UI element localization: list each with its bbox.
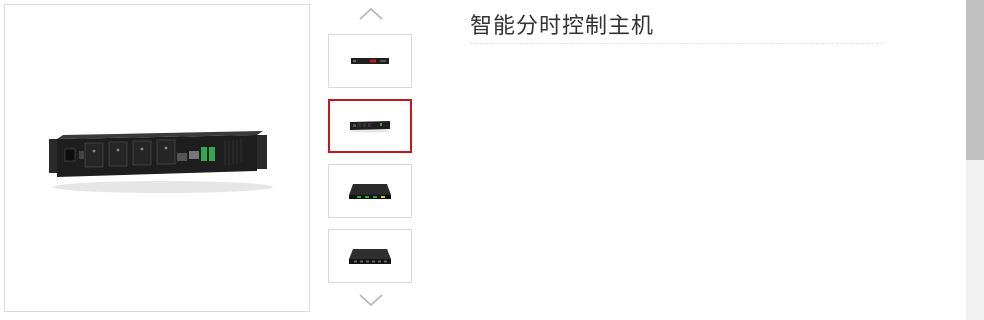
chevron-up-icon <box>359 7 383 20</box>
pdu-main-image <box>49 131 273 193</box>
thumbnail-1[interactable] <box>328 34 412 88</box>
thumbnail-scroll-up-button[interactable] <box>356 4 386 24</box>
main-product-image <box>4 4 310 312</box>
scrollbar-thumb[interactable] <box>966 0 984 160</box>
thumbnail-2[interactable] <box>328 99 412 153</box>
thumbnail-3[interactable] <box>328 164 412 218</box>
rack-unit-side-thumbnail-icon <box>350 121 390 133</box>
rack-unit-top-dark-thumbnail-icon <box>349 249 391 264</box>
title-divider <box>470 43 884 44</box>
product-detail-page: 智能分时控制主机 <box>0 0 984 320</box>
rack-unit-top-green-thumbnail-icon <box>349 184 391 199</box>
thumbnail-scroll-down-button[interactable] <box>356 290 386 310</box>
thumbnail-4[interactable] <box>328 229 412 283</box>
product-title: 智能分时控制主机 <box>470 14 655 39</box>
chevron-down-icon <box>359 294 383 307</box>
rack-unit-front-thumbnail-icon <box>351 58 389 64</box>
